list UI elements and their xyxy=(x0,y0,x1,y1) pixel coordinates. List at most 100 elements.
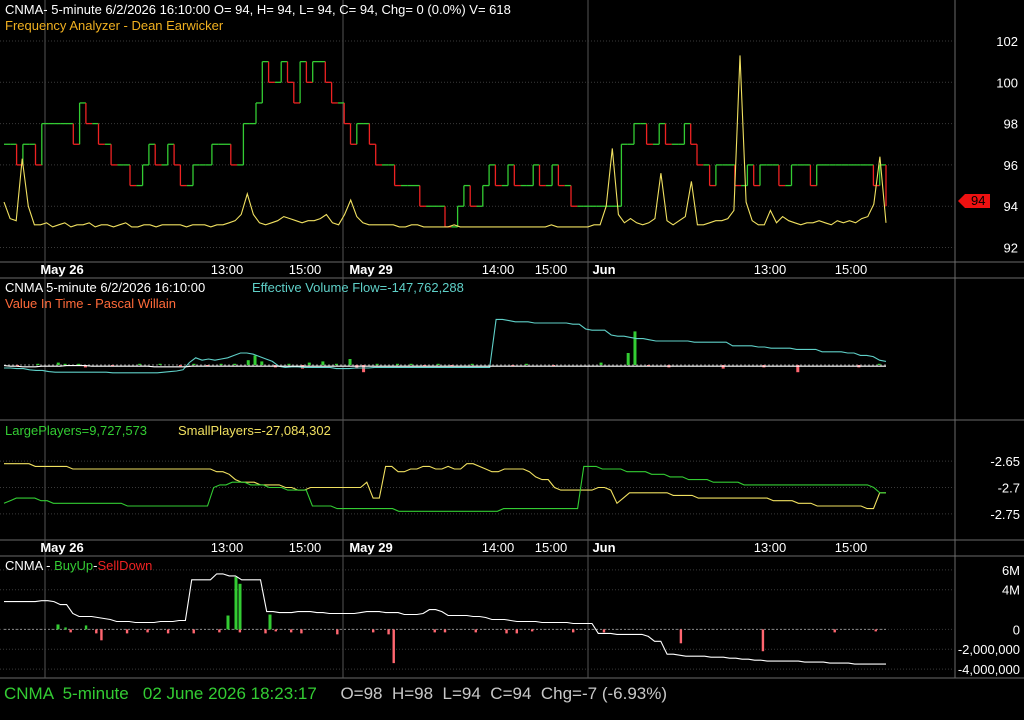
flow-bar-88 xyxy=(599,362,603,365)
flow-bar-20 xyxy=(138,363,142,365)
flow-bar-51 xyxy=(348,359,352,365)
buysell-bar-32 xyxy=(166,629,170,634)
frequency-spike-line xyxy=(3,55,887,228)
time-axis-label-1-0: May 26 xyxy=(40,540,83,555)
flow-bar-5 xyxy=(36,363,40,365)
buysell-bar-84 xyxy=(433,629,436,633)
flow-bar-28 xyxy=(192,363,196,365)
panel-frames xyxy=(0,0,1024,679)
price-step-series xyxy=(4,60,887,228)
time-axis-label-0-2: 15:00 xyxy=(289,262,322,277)
large-players-label: LargePlayers=9,727,573 xyxy=(5,423,147,438)
time-axis-label-1-8: 15:00 xyxy=(835,540,868,555)
buysell-bar-42 xyxy=(218,629,221,633)
flow-bar-60 xyxy=(409,363,413,365)
buyup-bar-4 xyxy=(56,624,60,630)
buyup-selldown-series xyxy=(4,573,886,665)
buyup-selldown-header: CNMA - BuyUp-SellDown xyxy=(5,558,152,573)
frequency-analyzer-label: Frequency Analyzer - Dean Earwicker xyxy=(5,18,224,33)
flow-bar-58 xyxy=(396,363,400,365)
buysell-bar-148 xyxy=(761,629,765,652)
buysell-bar-37 xyxy=(192,629,195,634)
buysell-bar-117 xyxy=(602,629,606,633)
small-players-line xyxy=(4,463,886,510)
buysell-bar-132 xyxy=(679,629,683,644)
status-close: C=94 xyxy=(490,684,532,703)
flow-bar-26 xyxy=(178,365,182,367)
large-players-line xyxy=(3,465,886,512)
buysell-tick-4: -4,000,000 xyxy=(958,662,1020,677)
stock-chart: May 26 13:00 15:00 May 29 14:00 15:00 Jun 13:00… xyxy=(0,0,1024,679)
buyup-bar-0 xyxy=(234,576,238,630)
price-tick-4: 100 xyxy=(996,75,1018,90)
flow-bar-32 xyxy=(219,363,223,365)
buyup-label: BuyUp xyxy=(54,558,93,573)
status-interval: 5-minute xyxy=(62,684,129,703)
tick-labels: May 26 13:00 15:00 May 29 14:00 15:00 Jun 13:00… xyxy=(40,34,1020,677)
flow-bar-106 xyxy=(721,365,725,369)
status-high: H=98 xyxy=(391,684,434,703)
buysell-bar-98 xyxy=(505,629,508,634)
volume-flow-series xyxy=(3,318,887,374)
buysell-cumulative-line xyxy=(4,573,886,665)
buysell-bar-56 xyxy=(289,629,293,633)
flow-bar-9 xyxy=(63,363,67,365)
flow-bar-45 xyxy=(307,362,311,365)
time-axis-label-1-2: 15:00 xyxy=(289,540,322,555)
time-axis-label-1-5: 15:00 xyxy=(535,540,568,555)
buysell-bar-24 xyxy=(125,629,129,634)
value-in-time-label: Value In Time - Pascal Willain xyxy=(5,296,176,311)
price-tick-1: 94 xyxy=(1004,199,1018,214)
players-tick-0: -2.65 xyxy=(990,454,1020,469)
grid-lines xyxy=(0,40,955,670)
time-axis-label-0-5: 15:00 xyxy=(535,262,568,277)
flow-bar-47 xyxy=(321,361,325,365)
effective-volume-flow-label: Effective Volume Flow=-147,762,288 xyxy=(252,280,464,295)
price-tick-0: 92 xyxy=(1004,241,1018,256)
players-tick-1: -2.7 xyxy=(998,481,1020,496)
flow-bar-49 xyxy=(334,363,338,365)
buysell-bar-103 xyxy=(530,629,534,632)
time-axis-label-0-6: Jun xyxy=(592,262,615,277)
small-players-label: SmallPlayers=-27,084,302 xyxy=(178,423,331,438)
flow-bar-92 xyxy=(626,353,630,365)
flow-bar-36 xyxy=(246,360,250,365)
buysell-bar-86 xyxy=(443,629,447,633)
flow-bar-64 xyxy=(436,363,440,365)
buysell-bar-58 xyxy=(300,629,303,634)
buysell-bar-51 xyxy=(264,629,267,634)
buyup-bar-3 xyxy=(268,614,272,630)
time-axis-label-1-1: 13:00 xyxy=(211,540,244,555)
value-in-time-line xyxy=(3,365,886,368)
buyup-bar-1 xyxy=(238,583,242,630)
price-tick-2: 96 xyxy=(1004,158,1018,173)
time-axis-label-0-0: May 26 xyxy=(40,262,83,277)
flow-bar-42 xyxy=(287,363,291,365)
price-tick-5: 102 xyxy=(996,34,1018,49)
status-symbol: CNMA xyxy=(4,684,54,703)
price-panel-header: CNMA- 5-minute 6/2/2026 16:10:00 O= 94, … xyxy=(5,2,511,17)
time-axis-label-0-1: 13:00 xyxy=(211,262,244,277)
status-change: Chg=-7 (-6.93%) xyxy=(540,684,668,703)
buysell-bar-72 xyxy=(372,629,375,633)
buysell-bar-16 xyxy=(84,625,88,630)
flow-bar-8 xyxy=(56,362,60,365)
time-axis-label-0-4: 14:00 xyxy=(482,262,515,277)
flow-bar-55 xyxy=(375,363,379,365)
buysell-tick-2: 0 xyxy=(1013,622,1020,637)
vit-panel-header: CNMA 5-minute 6/2/2026 16:10:00 xyxy=(5,280,205,295)
time-axis-label-0-7: 13:00 xyxy=(754,262,787,277)
buysell-bar-65 xyxy=(336,629,339,635)
buysell-bar-28 xyxy=(146,629,149,633)
buysell-tick-3: -2,000,000 xyxy=(958,642,1020,657)
flow-bar-38 xyxy=(260,361,264,365)
time-axis-label-0-3: May 29 xyxy=(349,262,392,277)
flow-bar-77 xyxy=(524,363,528,365)
buysell-bar-170 xyxy=(874,629,877,632)
buysell-tick-1: 4M xyxy=(1002,583,1020,598)
status-bar: CNMA 5-minute 02 June 2026 18:23:17 O=98… xyxy=(4,684,667,704)
buysell-bar-100 xyxy=(515,629,518,634)
time-axis-label-1-4: 14:00 xyxy=(482,540,515,555)
buysell-tick-0: 6M xyxy=(1002,563,1020,578)
buysell-bar-12 xyxy=(64,627,67,630)
